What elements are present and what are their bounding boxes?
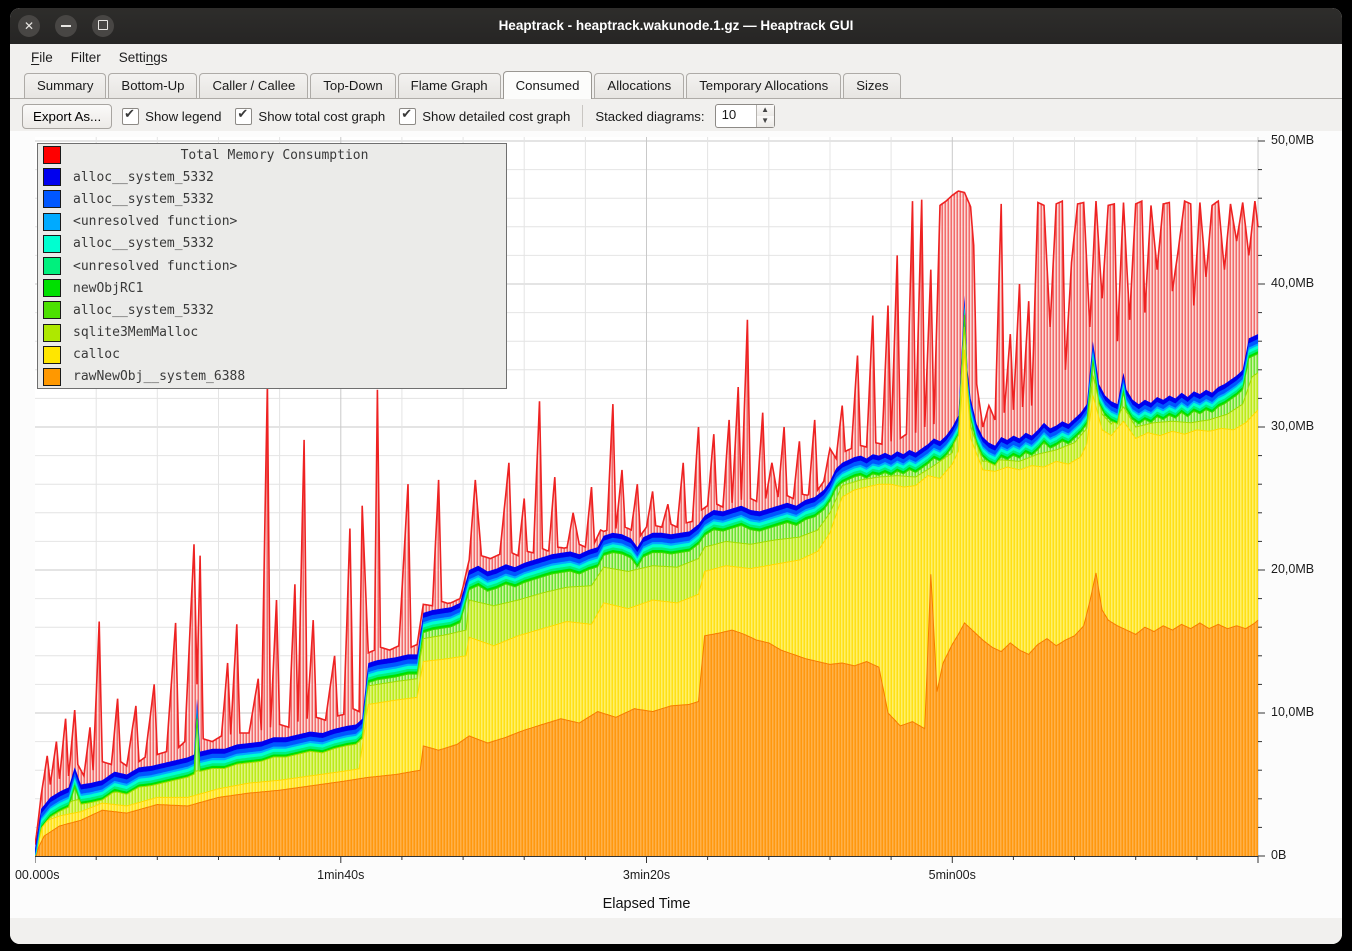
y-tick-label: 40,0MB	[1271, 276, 1314, 290]
stepper-value: 10	[716, 105, 756, 127]
legend-item: rawNewObj__system_6388	[38, 366, 506, 388]
chart-legend: Total Memory Consumption alloc__system_53…	[37, 143, 507, 389]
stacked-diagrams-stepper[interactable]: 10 ▲ ▼	[715, 104, 775, 128]
legend-label: calloc	[73, 347, 120, 362]
checkbox-check-icon	[122, 108, 139, 125]
checkbox-check-icon	[399, 108, 416, 125]
tab-allocations[interactable]: Allocations	[594, 73, 684, 98]
x-tick-label: 5min00s	[929, 868, 976, 882]
x-tick-label: 00.000s	[15, 868, 59, 882]
title-bar: ✕ Heaptrack - heaptrack.wakunode.1.gz — …	[10, 8, 1342, 44]
legend-label: rawNewObj__system_6388	[73, 369, 245, 384]
checkbox-show-legend[interactable]: Show legend	[122, 108, 221, 125]
tab-sizes[interactable]: Sizes	[843, 73, 901, 98]
minimize-icon[interactable]	[55, 15, 77, 37]
legend-swatch-icon	[43, 301, 61, 319]
legend-swatch-icon	[43, 257, 61, 275]
legend-label: <unresolved function>	[73, 214, 237, 229]
tab-consumed[interactable]: Consumed	[503, 71, 593, 99]
legend-swatch-icon	[43, 146, 61, 164]
legend-item: alloc__system_5332	[38, 233, 506, 255]
stepper-up-icon[interactable]: ▲	[757, 105, 774, 116]
x-tick-label: 1min40s	[317, 868, 364, 882]
tab-bottom-up[interactable]: Bottom-Up	[108, 73, 197, 98]
menu-file[interactable]: File	[22, 47, 62, 68]
legend-item: alloc__system_5332	[38, 299, 506, 321]
tab-summary[interactable]: Summary	[24, 73, 106, 98]
legend-swatch-icon	[43, 346, 61, 364]
checkbox-check-icon	[235, 108, 252, 125]
legend-item: Total Memory Consumption	[38, 144, 506, 166]
tab-bar: SummaryBottom-UpCaller / CalleeTop-DownF…	[10, 70, 1342, 99]
legend-item: <unresolved function>	[38, 211, 506, 233]
tab-caller-callee[interactable]: Caller / Callee	[199, 73, 308, 98]
toolbar-separator	[582, 105, 583, 127]
legend-item: <unresolved function>	[38, 255, 506, 277]
close-icon[interactable]: ✕	[18, 15, 40, 37]
y-tick-label: 20,0MB	[1271, 562, 1314, 576]
tab-top-down[interactable]: Top-Down	[310, 73, 395, 98]
legend-label: alloc__system_5332	[73, 303, 214, 318]
consumed-chart: Total Memory Consumption alloc__system_53…	[10, 131, 1342, 918]
menu-bar: FileFilterSettings	[10, 44, 1342, 70]
legend-swatch-icon	[43, 213, 61, 231]
legend-swatch-icon	[43, 168, 61, 186]
legend-item: newObjRC1	[38, 277, 506, 299]
legend-swatch-icon	[43, 324, 61, 342]
checkbox-label: Show detailed cost graph	[422, 109, 570, 124]
legend-label: Total Memory Consumption	[73, 148, 506, 163]
legend-item: calloc	[38, 344, 506, 366]
x-axis-title: Elapsed Time	[603, 896, 691, 912]
stepper-down-icon[interactable]: ▼	[757, 116, 774, 127]
legend-label: <unresolved function>	[73, 259, 237, 274]
legend-label: alloc__system_5332	[73, 170, 214, 185]
legend-swatch-icon	[43, 368, 61, 386]
window-title: Heaptrack - heaptrack.wakunode.1.gz — He…	[130, 8, 1222, 44]
stacked-diagrams-label: Stacked diagrams:	[595, 109, 704, 124]
x-tick-label: 3min20s	[623, 868, 670, 882]
export-as-button[interactable]: Export As...	[22, 104, 112, 129]
checkbox-show-total-cost-graph[interactable]: Show total cost graph	[235, 108, 385, 125]
toolbar: Export As... Show legend Show total cost …	[10, 99, 1342, 133]
legend-swatch-icon	[43, 235, 61, 253]
legend-item: alloc__system_5332	[38, 166, 506, 188]
y-tick-label: 10,0MB	[1271, 705, 1314, 719]
tab-temporary-allocations[interactable]: Temporary Allocations	[686, 73, 841, 98]
legend-label: alloc__system_5332	[73, 236, 214, 251]
window-footer	[10, 918, 1342, 944]
legend-label: newObjRC1	[73, 281, 143, 296]
menu-settings[interactable]: Settings	[110, 47, 177, 68]
y-tick-label: 30,0MB	[1271, 419, 1314, 433]
y-tick-label: 0B	[1271, 848, 1286, 862]
legend-swatch-icon	[43, 190, 61, 208]
menu-filter[interactable]: Filter	[62, 47, 110, 68]
app-window: ✕ Heaptrack - heaptrack.wakunode.1.gz — …	[10, 8, 1342, 944]
checkbox-label: Show legend	[145, 109, 221, 124]
legend-label: sqlite3MemMalloc	[73, 325, 198, 340]
legend-item: sqlite3MemMalloc	[38, 322, 506, 344]
checkbox-show-detailed-cost-graph[interactable]: Show detailed cost graph	[399, 108, 570, 125]
tab-flame-graph[interactable]: Flame Graph	[398, 73, 501, 98]
y-tick-label: 50,0MB	[1271, 133, 1314, 147]
legend-item: alloc__system_5332	[38, 188, 506, 210]
legend-swatch-icon	[43, 279, 61, 297]
legend-label: alloc__system_5332	[73, 192, 214, 207]
checkbox-label: Show total cost graph	[258, 109, 385, 124]
maximize-icon[interactable]	[92, 15, 114, 37]
